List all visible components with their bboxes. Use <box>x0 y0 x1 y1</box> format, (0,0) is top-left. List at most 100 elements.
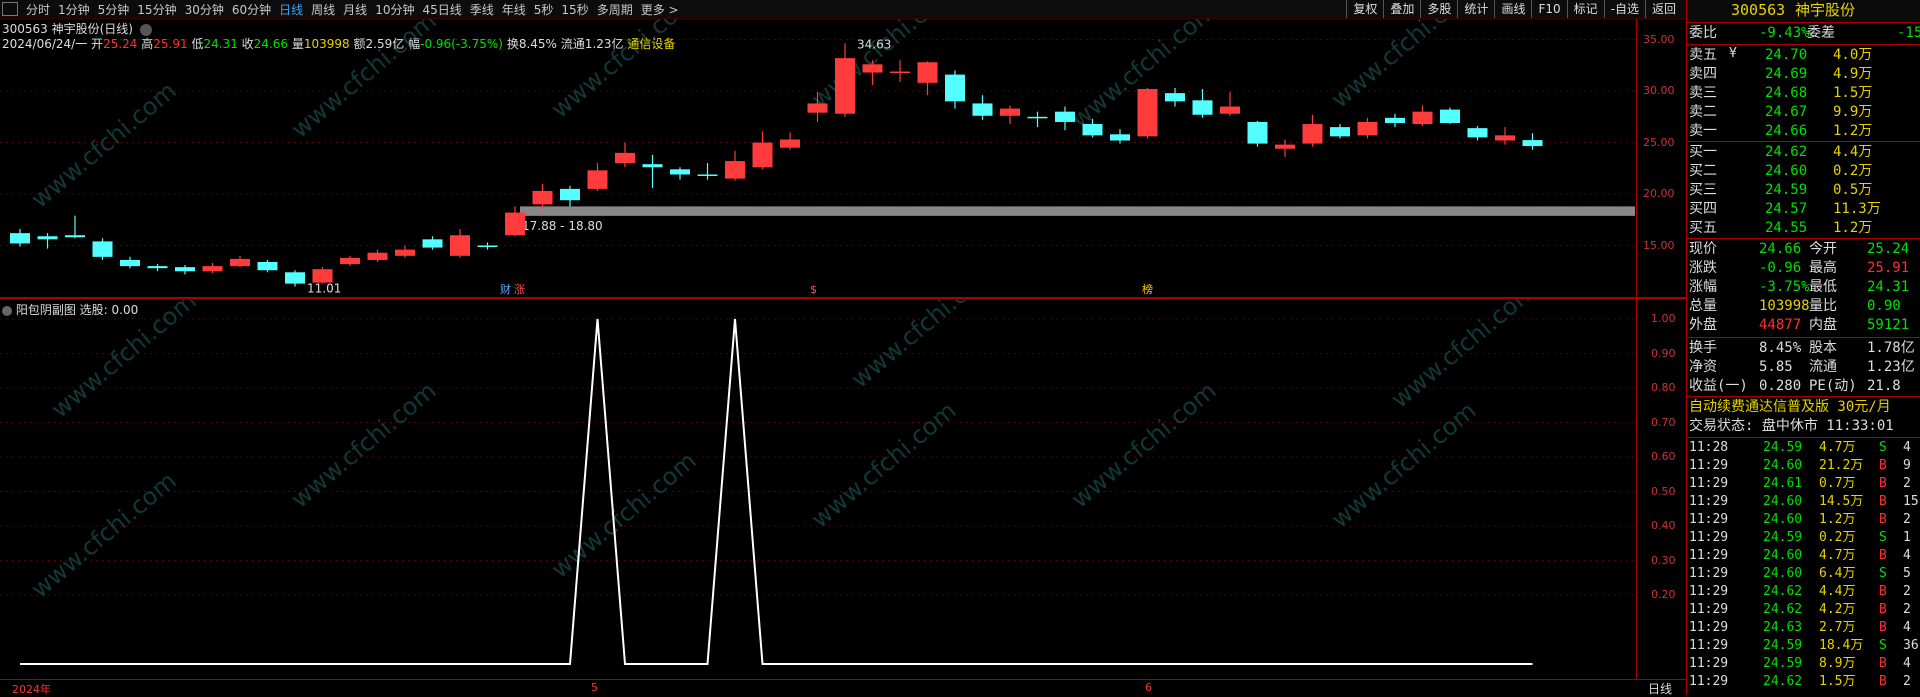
candle[interactable] <box>1220 106 1240 114</box>
tick-row[interactable]: 11:29 24.60 4.7万 B 4 <box>1687 547 1920 565</box>
candle[interactable] <box>945 74 965 102</box>
main-kline-chart[interactable]: www.cfchi.com www.cfchi.com www.cfchi.com w… <box>0 0 1636 297</box>
bid-row-2[interactable]: 买二 24.60 0.2万 <box>1687 162 1920 181</box>
candle[interactable] <box>395 249 415 256</box>
tool-button-4[interactable]: 画线 <box>1494 0 1531 18</box>
tick-row[interactable]: 11:28 24.59 4.7万 S 4 <box>1687 439 1920 457</box>
ask-row-2[interactable]: 卖二 24.67 9.9万 <box>1687 103 1920 122</box>
candle[interactable] <box>1302 124 1323 144</box>
tick-row[interactable]: 11:29 24.62 4.4万 B 2 <box>1687 583 1920 601</box>
ask-row-4[interactable]: 卖四 24.69 4.9万 <box>1687 65 1920 84</box>
period-label[interactable]: 日线 <box>1648 680 1672 697</box>
candle[interactable] <box>1082 124 1103 136</box>
candle[interactable] <box>1110 134 1130 141</box>
candle[interactable] <box>807 103 828 113</box>
tool-button-0[interactable]: 复权 <box>1346 0 1383 18</box>
fund-row-1[interactable]: 净资 5.85 流通 1.23亿 <box>1687 358 1920 377</box>
candle[interactable] <box>37 236 58 240</box>
quote-row-1[interactable]: 涨跌 -0.96 最高 25.91 <box>1687 259 1920 278</box>
period-tab-7[interactable]: 周线 <box>307 1 339 18</box>
quote-row-2[interactable]: 涨幅 -3.75% 最低 24.31 <box>1687 278 1920 297</box>
candle[interactable] <box>92 241 113 257</box>
candle[interactable] <box>340 257 360 265</box>
ask-row-5[interactable]: 卖五 24.70 4.0万 <box>1687 46 1920 65</box>
tick-row[interactable]: 11:29 24.63 2.7万 B 4 <box>1687 619 1920 637</box>
bid-row-1[interactable]: 买一 24.62 4.4万 <box>1687 143 1920 162</box>
candle[interactable] <box>1055 111 1075 122</box>
settings-dot-icon[interactable] <box>139 23 152 36</box>
fund-row-0[interactable]: 换手 8.45% 股本 1.78亿 <box>1687 339 1920 358</box>
period-tab-1[interactable]: 1分钟 <box>54 1 94 18</box>
candle[interactable] <box>1412 111 1433 125</box>
quote-row-0[interactable]: 现价 24.66 今开 25.24 <box>1687 240 1920 259</box>
candle[interactable] <box>780 139 800 148</box>
event-mark[interactable]: 榜 <box>1142 282 1153 296</box>
candle[interactable] <box>1495 135 1515 141</box>
tool-button-8[interactable]: 返回 <box>1644 0 1682 18</box>
candle[interactable] <box>422 239 443 248</box>
bid-row-5[interactable]: 买五 24.55 1.2万 <box>1687 219 1920 238</box>
indicator-dot-icon[interactable] <box>2 305 12 316</box>
candle[interactable] <box>1357 121 1378 136</box>
bid-row-4[interactable]: 买四 24.57 11.3万 <box>1687 200 1920 219</box>
period-tab-13[interactable]: 5秒 <box>530 1 558 18</box>
period-tab-10[interactable]: 45日线 <box>418 1 465 18</box>
tick-row[interactable]: 11:29 24.59 18.4万 S 36 <box>1687 637 1920 655</box>
quote-row-4[interactable]: 外盘 44877 内盘 59121 <box>1687 316 1920 335</box>
tick-row[interactable]: 11:29 24.60 1.2万 B 2 <box>1687 511 1920 529</box>
period-tab-3[interactable]: 15分钟 <box>133 1 180 18</box>
period-tab-5[interactable]: 60分钟 <box>228 1 275 18</box>
candle[interactable] <box>1027 116 1048 119</box>
candle[interactable] <box>1247 121 1268 144</box>
candle[interactable] <box>862 64 883 73</box>
period-tab-6[interactable]: 日线 <box>275 1 307 18</box>
candle[interactable] <box>285 272 305 284</box>
candle[interactable] <box>230 258 250 267</box>
period-tab-0[interactable]: 分时 <box>22 1 54 18</box>
period-tab-16[interactable]: 更多 > <box>637 1 683 18</box>
candle[interactable] <box>10 233 30 244</box>
candle[interactable] <box>450 235 470 256</box>
period-tab-12[interactable]: 年线 <box>498 1 530 18</box>
gap-band[interactable] <box>520 206 1635 216</box>
promo-banner[interactable]: 自动续费通达信普及版 30元/月 <box>1687 398 1920 417</box>
candle[interactable] <box>615 152 635 164</box>
period-tab-15[interactable]: 多周期 <box>593 1 637 18</box>
bid-row-3[interactable]: 买三 24.59 0.5万 <box>1687 181 1920 200</box>
candle[interactable] <box>972 103 993 116</box>
candle[interactable] <box>1165 93 1185 102</box>
candle[interactable] <box>367 252 388 260</box>
period-tab-2[interactable]: 5分钟 <box>94 1 134 18</box>
tick-row[interactable]: 11:29 24.61 0.7万 B 2 <box>1687 475 1920 493</box>
period-tab-9[interactable]: 10分钟 <box>371 1 418 18</box>
candle[interactable] <box>670 169 690 175</box>
candle[interactable] <box>257 261 278 271</box>
period-tab-4[interactable]: 30分钟 <box>181 1 228 18</box>
candle[interactable] <box>175 267 195 272</box>
tool-button-6[interactable]: 标记 <box>1566 0 1604 18</box>
candle[interactable] <box>1192 100 1213 115</box>
candle[interactable] <box>890 71 910 74</box>
event-mark[interactable]: 涨 <box>514 283 525 296</box>
tick-row[interactable]: 11:29 24.59 0.2万 S 1 <box>1687 529 1920 547</box>
candle[interactable] <box>65 235 85 238</box>
candle[interactable] <box>697 174 718 176</box>
tool-button-5[interactable]: F10 <box>1531 0 1566 18</box>
candle[interactable] <box>1000 108 1020 116</box>
tick-row[interactable]: 11:29 24.62 4.2万 B 2 <box>1687 601 1920 619</box>
menu-square-icon[interactable] <box>2 2 18 16</box>
candle[interactable] <box>1275 144 1295 149</box>
period-tab-8[interactable]: 月线 <box>339 1 371 18</box>
candle[interactable] <box>202 266 223 272</box>
ask-row-1[interactable]: 卖一 24.66 1.2万 <box>1687 122 1920 141</box>
candle[interactable] <box>120 259 140 267</box>
fund-row-2[interactable]: 收益(一) 0.280 PE(动) 21.8 <box>1687 377 1920 396</box>
tick-row[interactable]: 11:29 24.62 1.5万 B 2 <box>1687 673 1920 691</box>
ask-row-3[interactable]: 卖三 24.68 1.5万 <box>1687 84 1920 103</box>
candle[interactable] <box>1467 128 1488 138</box>
candle[interactable] <box>1330 127 1350 137</box>
tool-button-3[interactable]: 统计 <box>1457 0 1494 18</box>
candle[interactable] <box>752 142 773 168</box>
tool-button-2[interactable]: 多股 <box>1420 0 1457 18</box>
tick-row[interactable]: 11:29 24.60 14.5万 B 15 <box>1687 493 1920 511</box>
